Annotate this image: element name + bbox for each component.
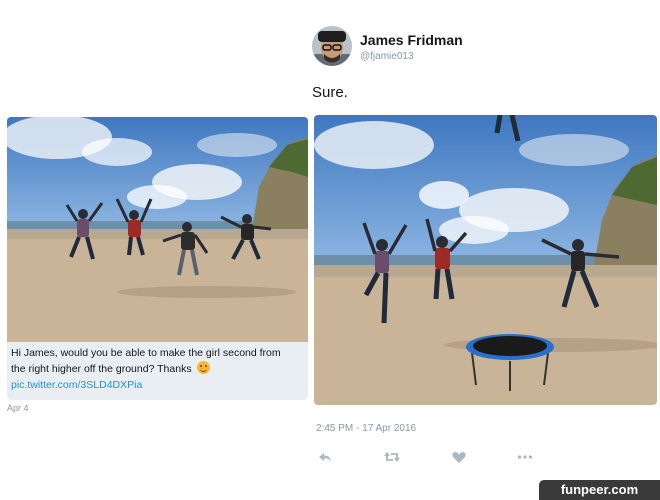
- author-handle[interactable]: @fjamie013: [360, 51, 414, 62]
- more-icon[interactable]: [516, 448, 534, 466]
- heart-icon[interactable]: [450, 448, 468, 466]
- profile-avatar[interactable]: [312, 26, 352, 66]
- watermark: funpeer.com: [539, 480, 660, 500]
- edited-photo-container[interactable]: [314, 115, 657, 405]
- original-tweet-text: Hi James, would you be able to make the …: [11, 345, 306, 393]
- pic-link[interactable]: pic.twitter.com/3SLD4DXPia: [11, 377, 306, 393]
- reply-timestamp[interactable]: 2:45 PM - 17 Apr 2016: [316, 423, 416, 434]
- reply-tweet-text: Sure.: [312, 84, 348, 101]
- retweet-icon[interactable]: [383, 448, 401, 466]
- original-tweet-line2: the right higher off the ground? Thanks: [11, 363, 192, 375]
- beach-jump-photo-original[interactable]: [7, 117, 308, 342]
- original-tweet-line1: Hi James, would you be able to make the …: [11, 347, 281, 359]
- tweet-actions-bar: [316, 448, 546, 466]
- author-name[interactable]: James Fridman: [360, 32, 463, 48]
- original-tweet-date[interactable]: Apr 4: [7, 403, 29, 413]
- reply-icon[interactable]: [316, 448, 334, 466]
- smiling-face-emoji-icon: [196, 361, 210, 374]
- beach-jump-photo-edited[interactable]: [314, 115, 657, 405]
- original-tweet-card[interactable]: Hi James, would you be able to make the …: [7, 117, 308, 400]
- avatar-portrait-icon: [312, 26, 352, 66]
